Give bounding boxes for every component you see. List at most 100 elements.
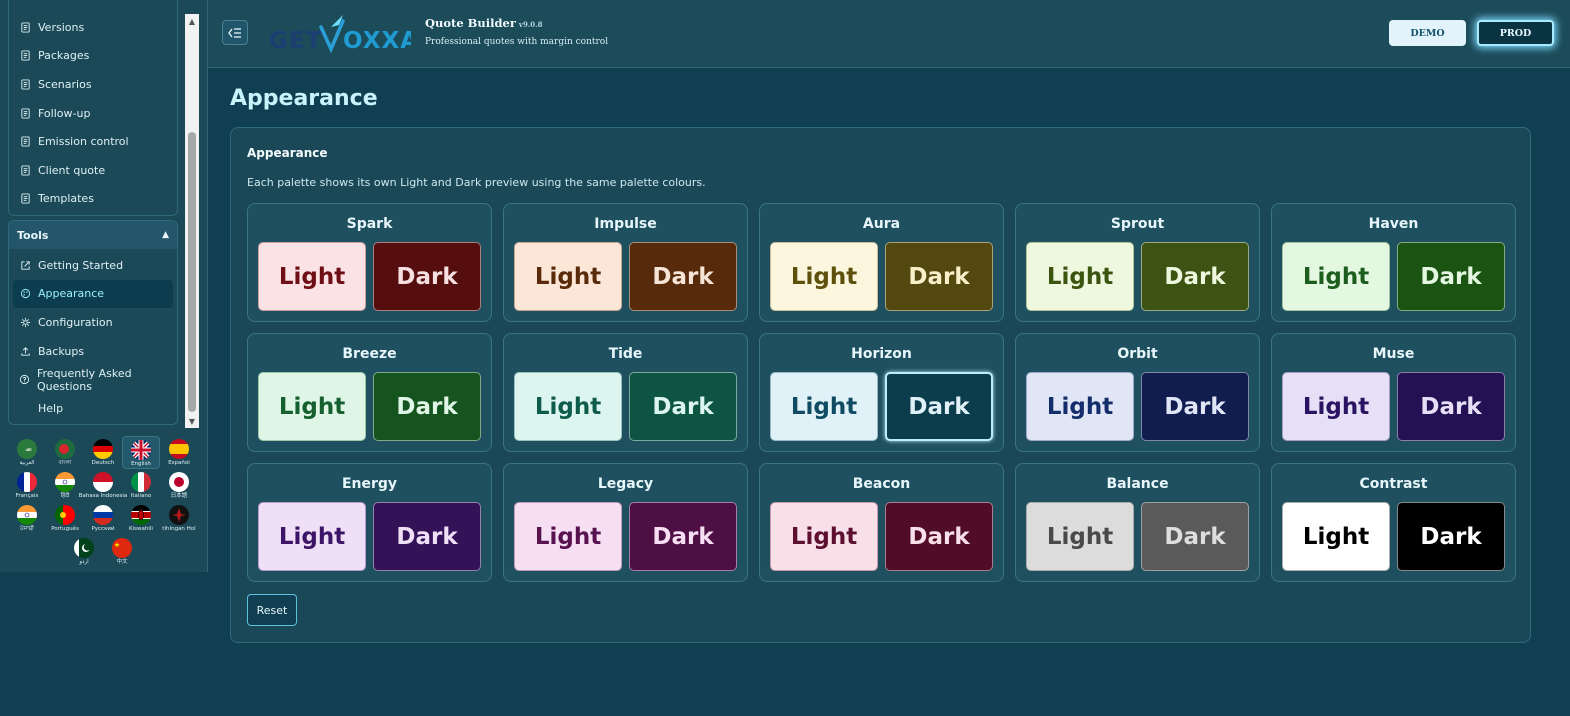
flag-icon — [93, 439, 113, 459]
language-option-9[interactable]: Italiano — [122, 469, 160, 502]
svg-text:OXXA: OXXA — [343, 28, 411, 54]
language-label: Italiano — [130, 493, 152, 499]
palette-name: Energy — [341, 476, 398, 492]
light-preview-button[interactable]: Light — [1282, 242, 1390, 311]
collapse-sidebar-button[interactable] — [222, 20, 248, 45]
dark-preview-button[interactable]: Dark — [629, 372, 737, 441]
sidebar-item-client-quote[interactable]: Client quote — [9, 156, 177, 185]
dark-preview-button[interactable]: Dark — [1141, 502, 1249, 571]
app-logo: GET OXXA — [269, 13, 418, 55]
light-preview-button[interactable]: Light — [770, 502, 878, 571]
light-preview-button[interactable]: Light — [1282, 502, 1390, 571]
flag-icon — [169, 472, 189, 492]
light-preview-button[interactable]: Light — [1026, 372, 1134, 441]
dark-preview-button[interactable]: Dark — [885, 502, 993, 571]
sidebar-item-packages[interactable]: Packages — [9, 42, 177, 71]
language-option-4[interactable]: English — [122, 436, 160, 469]
dark-preview-button[interactable]: Dark — [1141, 242, 1249, 311]
light-preview-button[interactable]: Light — [258, 372, 366, 441]
chevron-up-icon: ▲ — [162, 230, 169, 240]
light-preview-button[interactable]: Light — [1282, 372, 1390, 441]
panel-title: Appearance — [247, 146, 328, 160]
palette-name: Muse — [1372, 346, 1415, 362]
light-preview-button[interactable]: Light — [1026, 502, 1134, 571]
sidebar-item-templates[interactable]: Templates — [9, 185, 177, 214]
language-picker: ﷲ العربية বাংলা Deutsch English Español França… — [8, 436, 198, 568]
document-icon — [19, 193, 31, 205]
flag-icon — [131, 505, 151, 525]
dark-preview-button[interactable]: Dark — [1397, 372, 1505, 441]
flag-icon — [93, 505, 113, 525]
language-option-11[interactable]: ਪੰਜਾਬੀ — [8, 502, 46, 535]
sidebar-item-follow-up[interactable]: Follow-up — [9, 99, 177, 128]
sidebar-item-getting-started[interactable]: Getting Started — [9, 251, 177, 280]
reset-button[interactable]: Reset — [247, 594, 297, 626]
light-preview-button[interactable]: Light — [258, 502, 366, 571]
dark-preview-button[interactable]: Dark — [1397, 502, 1505, 571]
top-header: GET OXXA Quote Builder v9.0.8 Professiona… — [208, 0, 1570, 68]
sidebar-item-help[interactable]: Help — [9, 394, 177, 423]
dark-preview-button[interactable]: Dark — [885, 372, 993, 441]
dark-preview-button[interactable]: Dark — [629, 502, 737, 571]
sidebar-item-appearance[interactable]: Appearance — [13, 279, 173, 309]
language-option-13[interactable]: Русский — [84, 502, 122, 535]
language-option-15[interactable]: tlhIngan Hol — [160, 502, 198, 535]
language-option-16[interactable]: اردو — [65, 535, 103, 568]
scrollbar-thumb[interactable] — [188, 132, 196, 412]
language-option-12[interactable]: Português — [46, 502, 84, 535]
external-link-icon — [19, 259, 31, 271]
sidebar-scrollbar[interactable]: ▲ ▼ — [185, 14, 199, 428]
palette-name: Legacy — [597, 476, 654, 492]
sidebar-item-label: Client quote — [38, 163, 106, 177]
dark-preview-button[interactable]: Dark — [629, 242, 737, 311]
palette-name: Aura — [862, 216, 901, 232]
light-preview-button[interactable]: Light — [258, 242, 366, 311]
language-option-5[interactable]: Español — [160, 436, 198, 469]
flag-icon — [17, 472, 37, 492]
prod-button[interactable]: PROD — [1477, 20, 1554, 46]
dark-preview-button[interactable]: Dark — [373, 242, 481, 311]
sidebar-item-backups[interactable]: Backups — [9, 337, 177, 366]
sidebar-item-scenarios[interactable]: Scenarios — [9, 70, 177, 99]
language-option-1[interactable]: ﷲ العربية — [8, 436, 46, 469]
language-label: Español — [168, 460, 190, 466]
language-option-2[interactable]: বাংলা — [46, 436, 84, 469]
language-option-8[interactable]: Bahasa Indonesia — [79, 469, 127, 502]
palette-name: Beacon — [852, 476, 911, 492]
language-option-6[interactable]: Français — [8, 469, 46, 502]
panel-description: Each palette shows its own Light and Dar… — [247, 176, 706, 189]
language-label: Français — [15, 493, 39, 499]
palette-name: Sprout — [1110, 216, 1165, 232]
nav-group-tools: Tools ▲ Getting Started Appearance Configu… — [8, 220, 178, 425]
scroll-down-arrow-icon[interactable]: ▼ — [185, 414, 199, 428]
language-option-3[interactable]: Deutsch — [84, 436, 122, 469]
sidebar-item-label: Appearance — [38, 287, 105, 301]
light-preview-button[interactable]: Light — [770, 372, 878, 441]
language-option-17[interactable]: 中文 — [103, 535, 141, 568]
sidebar-item-configuration[interactable]: Configuration — [9, 308, 177, 337]
scroll-up-arrow-icon[interactable]: ▲ — [185, 14, 199, 28]
dark-preview-button[interactable]: Dark — [885, 242, 993, 311]
sidebar-nav[interactable]: Versions Packages Scenarios Follow-up Emissi… — [0, 0, 186, 428]
sidebar-item-frequently-asked-questions[interactable]: Frequently Asked Questions — [9, 365, 177, 394]
language-option-10[interactable]: 日本語 — [160, 469, 198, 502]
tools-section-header[interactable]: Tools ▲ — [9, 221, 177, 249]
palette-name: Orbit — [1117, 346, 1158, 362]
dark-preview-button[interactable]: Dark — [1397, 242, 1505, 311]
palette-card-energy: Energy Light Dark — [247, 463, 492, 582]
sidebar-item-emission-control[interactable]: Emission control — [9, 127, 177, 156]
dark-preview-button[interactable]: Dark — [373, 502, 481, 571]
sidebar-item-versions[interactable]: Versions — [9, 13, 177, 42]
light-preview-button[interactable]: Light — [770, 242, 878, 311]
light-preview-button[interactable]: Light — [514, 502, 622, 571]
app-title: Quote Builder v9.0.8 — [425, 16, 542, 30]
language-option-14[interactable]: Kiswahili — [122, 502, 160, 535]
sidebar-item-label: Frequently Asked Questions — [37, 366, 132, 393]
light-preview-button[interactable]: Light — [514, 242, 622, 311]
palette-name: Spark — [346, 216, 393, 232]
dark-preview-button[interactable]: Dark — [1141, 372, 1249, 441]
light-preview-button[interactable]: Light — [1026, 242, 1134, 311]
light-preview-button[interactable]: Light — [514, 372, 622, 441]
dark-preview-button[interactable]: Dark — [373, 372, 481, 441]
demo-button[interactable]: DEMO — [1389, 20, 1466, 46]
